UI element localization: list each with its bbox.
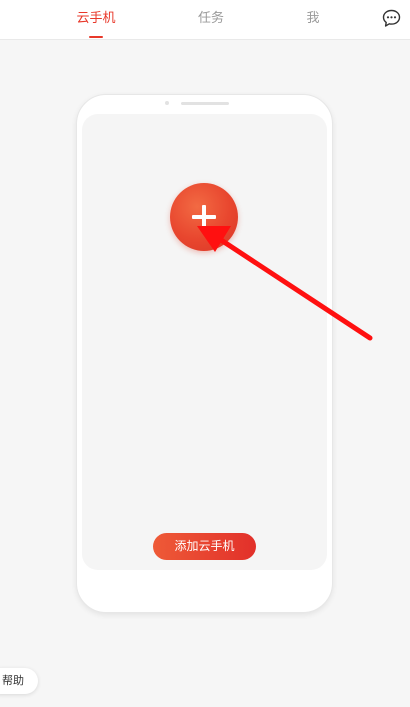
- plus-icon-stroke: [202, 205, 206, 229]
- tab-tasks[interactable]: 任务: [198, 11, 224, 27]
- help-button[interactable]: 帮助: [0, 668, 38, 694]
- active-tab-indicator: [89, 36, 103, 38]
- chat-bubble-icon[interactable]: [382, 9, 401, 28]
- add-phone-plus-button[interactable]: [170, 183, 238, 251]
- add-cloud-phone-button[interactable]: 添加云手机: [153, 533, 256, 560]
- phone-speaker: [181, 102, 229, 105]
- tab-cloud-phone[interactable]: 云手机: [76, 11, 115, 27]
- help-label: 帮助: [2, 674, 24, 687]
- top-tab-bar: 云手机 任务 我: [0, 0, 410, 40]
- phone-camera: [165, 101, 169, 105]
- tab-me[interactable]: 我: [306, 11, 319, 27]
